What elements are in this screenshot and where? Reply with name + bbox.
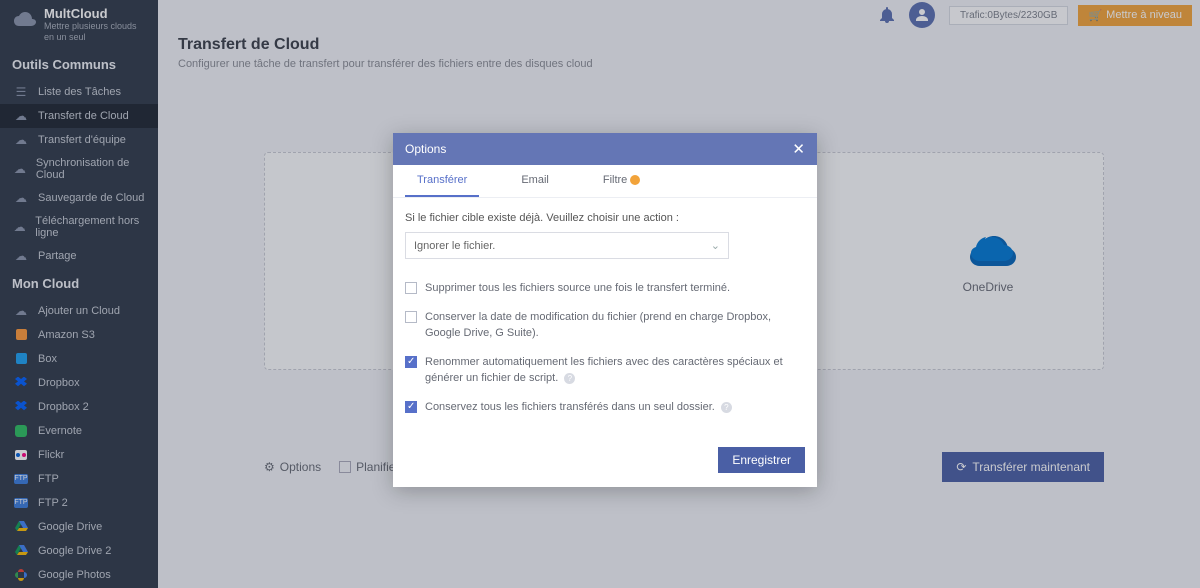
tab-label: Transférer: [417, 174, 467, 186]
modal-title: Options: [405, 142, 446, 156]
option-label: Supprimer tous les fichiers source une f…: [425, 281, 730, 296]
info-icon[interactable]: ?: [564, 373, 575, 384]
option-label: Conservez tous les fichiers transférés d…: [425, 400, 732, 415]
close-icon[interactable]: ✕: [792, 140, 805, 158]
tab-label: Email: [521, 174, 549, 186]
option-keep-date[interactable]: Conserver la date de modification du fic…: [405, 310, 805, 341]
checkbox-checked-icon: [405, 401, 417, 413]
modal-header: Options ✕: [393, 133, 817, 165]
badge-dot-icon: [630, 175, 640, 185]
select-value: Ignorer le fichier.: [414, 240, 495, 252]
modal-footer: Enregistrer: [393, 437, 817, 487]
tab-filter[interactable]: Filtre: [591, 165, 652, 197]
option-one-folder[interactable]: Conservez tous les fichiers transférés d…: [405, 400, 805, 415]
save-button[interactable]: Enregistrer: [718, 447, 805, 473]
checkbox-checked-icon: [405, 356, 417, 368]
option-auto-rename[interactable]: Renommer automatiquement les fichiers av…: [405, 355, 805, 386]
option-label: Conserver la date de modification du fic…: [425, 310, 805, 341]
options-modal: Options ✕ Transférer Email Filtre Si le …: [393, 133, 817, 487]
tab-transfer[interactable]: Transférer: [405, 165, 479, 197]
conflict-prompt: Si le fichier cible existe déjà. Veuille…: [405, 212, 805, 224]
checkbox-icon: [405, 311, 417, 323]
modal-tabs: Transférer Email Filtre: [393, 165, 817, 198]
option-label: Renommer automatiquement les fichiers av…: [425, 355, 805, 386]
chevron-down-icon: ⌄: [711, 239, 720, 252]
modal-body: Si le fichier cible existe déjà. Veuille…: [393, 198, 817, 437]
conflict-action-select[interactable]: Ignorer le fichier. ⌄: [405, 232, 729, 259]
tab-email[interactable]: Email: [509, 165, 561, 197]
checkbox-icon: [405, 282, 417, 294]
option-delete-source[interactable]: Supprimer tous les fichiers source une f…: [405, 281, 805, 296]
tab-label: Filtre: [603, 174, 627, 186]
info-icon[interactable]: ?: [721, 402, 732, 413]
